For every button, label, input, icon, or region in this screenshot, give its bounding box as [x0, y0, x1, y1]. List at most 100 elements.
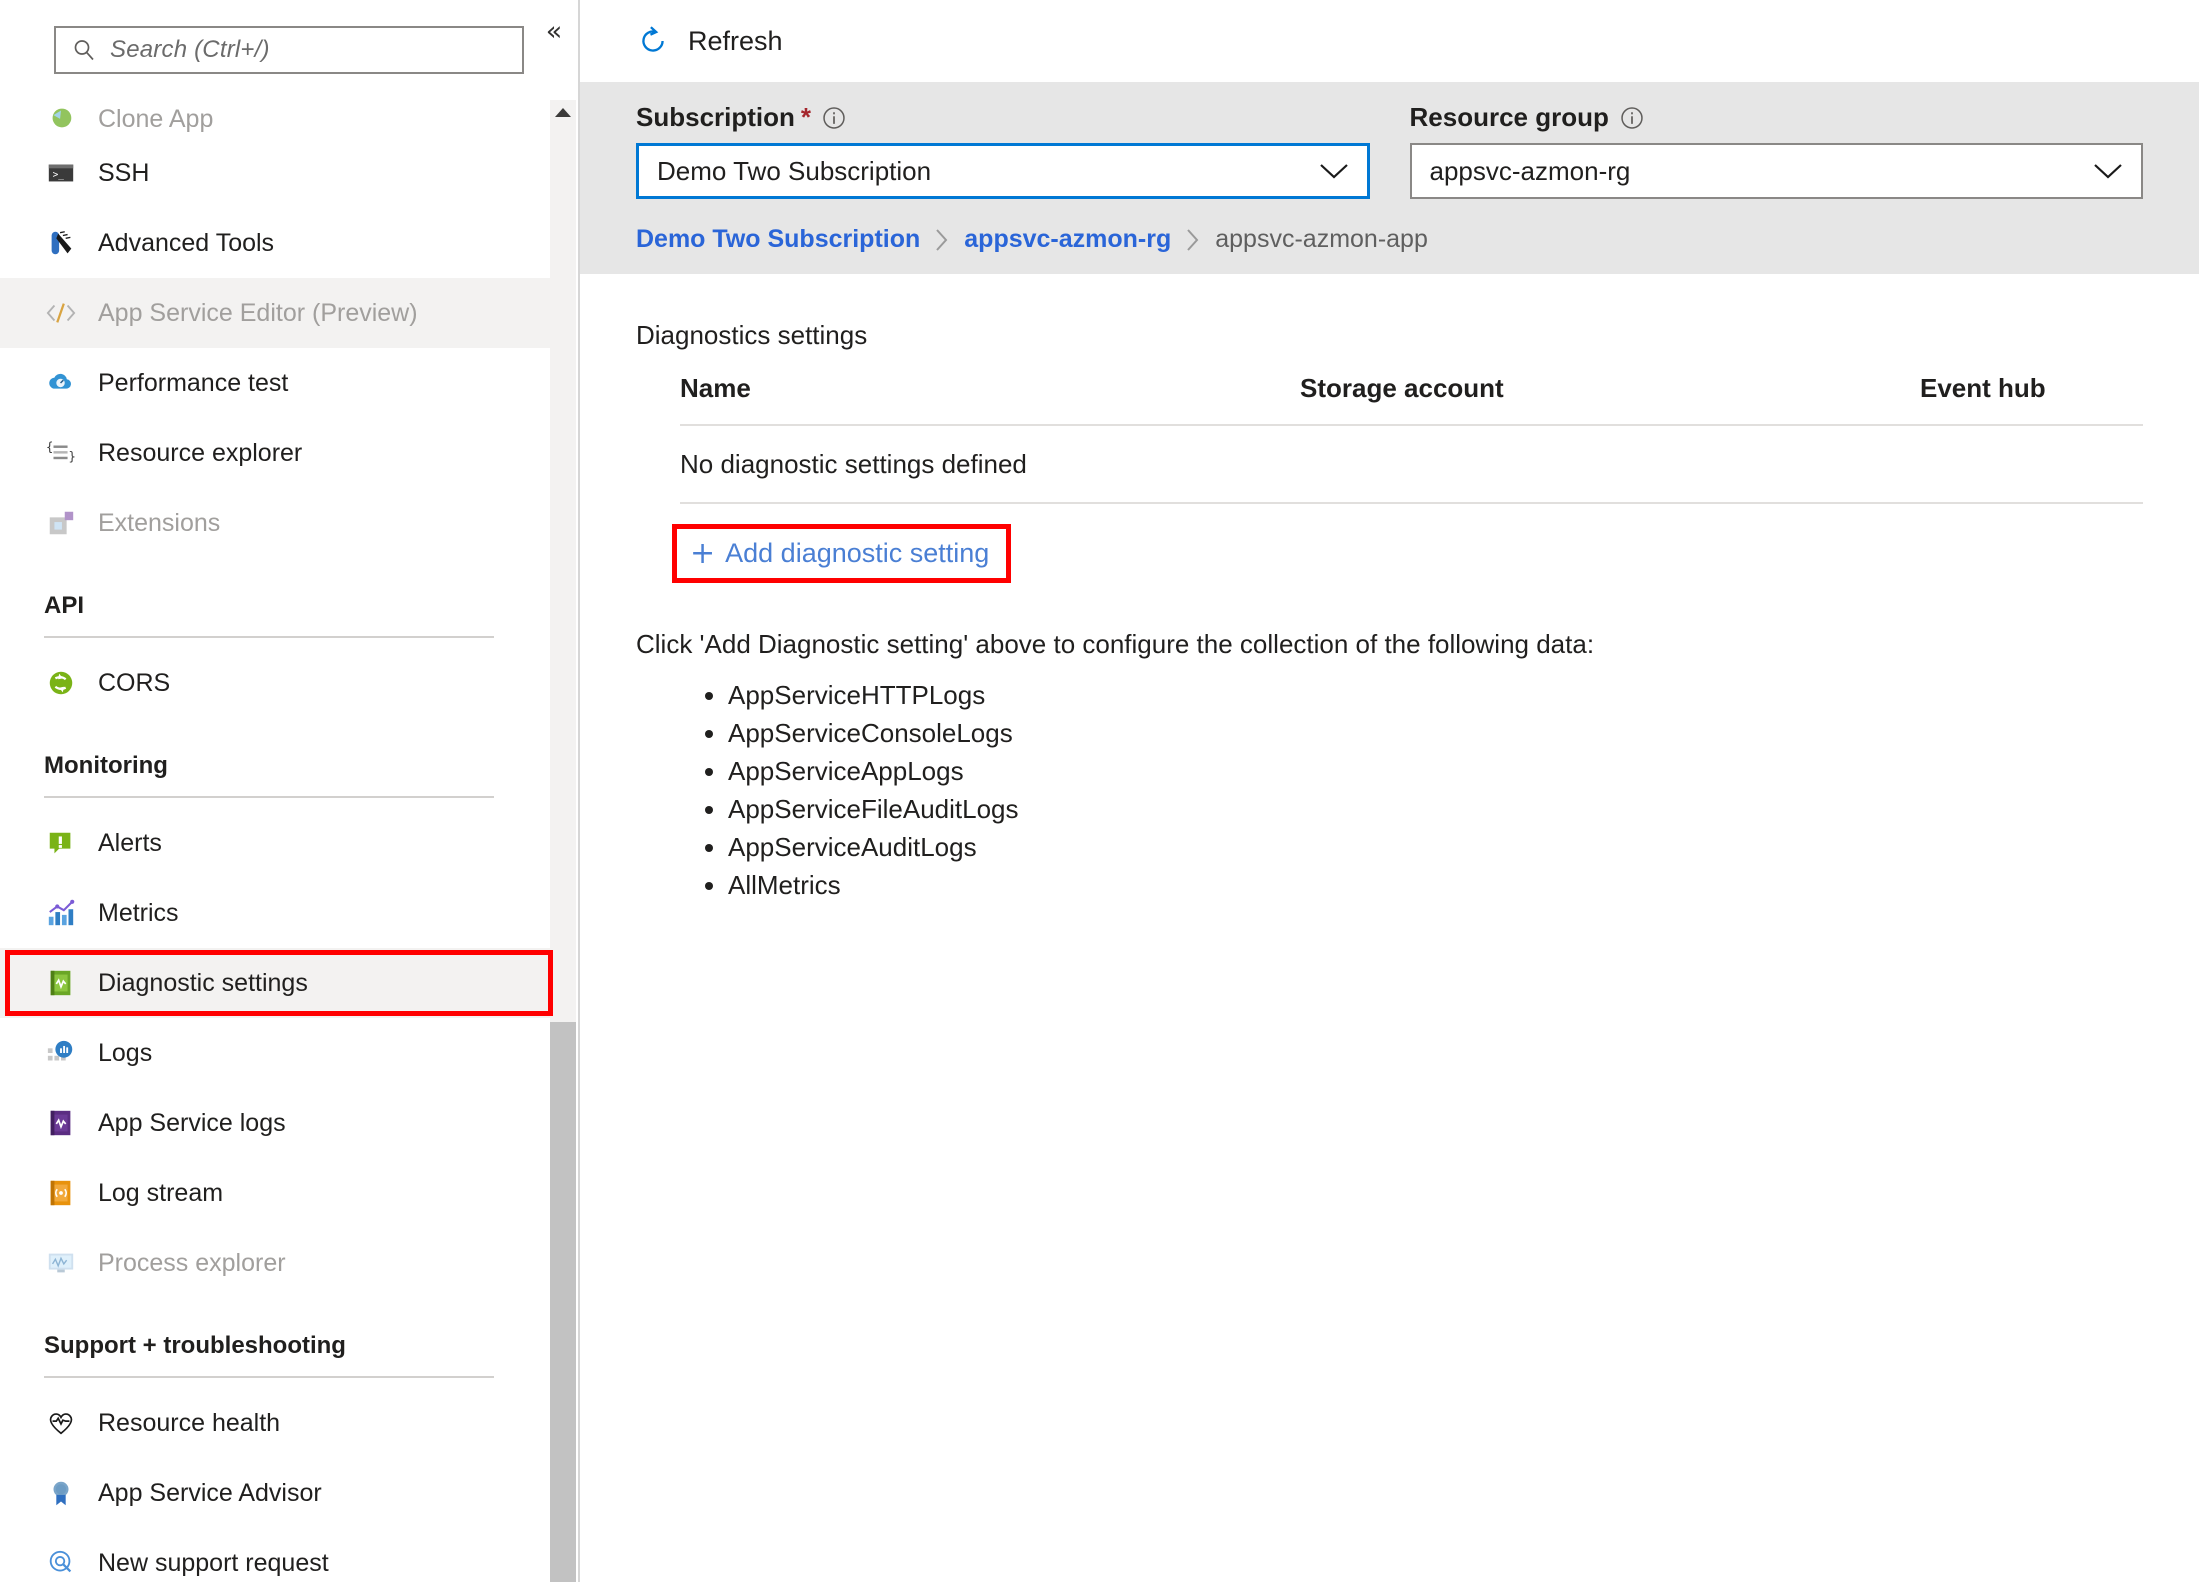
main-content-pane: Refresh Subscription * Demo Two Subscrip… — [580, 0, 2199, 1582]
diagnostic-settings-table: Name Storage account Event hub No diagno… — [636, 373, 2143, 504]
sidebar-item-label: CORS — [98, 668, 171, 697]
filter-band: Subscription * Demo Two Subscription Res… — [580, 82, 2199, 221]
sidebar-item-label: Log stream — [98, 1178, 224, 1207]
chevron-right-icon — [1185, 227, 1201, 253]
sidebar-item-diagnostic-settings[interactable]: Diagnostic settings — [0, 948, 552, 1018]
column-header-event-hub: Event hub — [1920, 373, 2046, 403]
breadcrumb: Demo Two Subscription appsvc-azmon-rg ap… — [580, 221, 2199, 274]
sidebar-item-label: Resource health — [98, 1408, 281, 1437]
resource-group-select[interactable]: appsvc-azmon-rg — [1409, 143, 2143, 199]
app-service-advisor-ribbon-icon — [44, 1476, 78, 1510]
search-input-box[interactable]: Search (Ctrl+/) — [54, 26, 524, 74]
sidebar-item-extensions[interactable]: Extensions — [0, 488, 552, 558]
svg-text:}: } — [69, 450, 76, 464]
instruction-text: Click 'Add Diagnostic setting' above to … — [636, 629, 1595, 659]
sidebar-item-label: Resource explorer — [98, 438, 303, 467]
sidebar-item-label: Logs — [98, 1038, 153, 1067]
sidebar-item-clone-app[interactable]: Clone App — [0, 82, 552, 138]
resource-menu-sidebar: Search (Ctrl+/) « Clone App >_ SSH Advan… — [0, 0, 580, 1582]
breadcrumb-link-resource-group[interactable]: appsvc-azmon-rg — [964, 225, 1171, 254]
scrollbar-thumb[interactable] — [550, 1022, 576, 1582]
sidebar-item-label: Metrics — [98, 898, 179, 927]
subscription-selected-value: Demo Two Subscription — [657, 155, 932, 186]
sidebar-item-label: Advanced Tools — [98, 228, 275, 257]
sidebar-item-label: Diagnostic settings — [98, 968, 308, 997]
performance-test-cloud-icon — [44, 366, 78, 400]
resource-group-filter: Resource group appsvc-azmon-rg — [1409, 102, 2143, 199]
new-support-request-icon — [44, 1546, 78, 1580]
add-diagnostic-setting-button[interactable]: + Add diagnostic setting — [680, 530, 1004, 577]
sidebar-group-api: API — [0, 558, 552, 648]
group-divider — [44, 1376, 494, 1378]
advanced-tools-icon — [44, 226, 78, 260]
sidebar-item-label: New support request — [98, 1548, 329, 1577]
sidebar-item-label: Performance test — [98, 368, 289, 397]
subscription-label: Subscription — [636, 102, 795, 132]
subscription-filter: Subscription * Demo Two Subscription — [636, 102, 1370, 199]
breadcrumb-link-subscription[interactable]: Demo Two Subscription — [636, 225, 920, 254]
log-stream-icon — [44, 1176, 78, 1210]
sidebar-item-performance-test[interactable]: Performance test — [0, 348, 552, 418]
svg-text:>_: >_ — [53, 170, 65, 181]
table-divider — [680, 502, 2143, 504]
chevron-down-icon — [2093, 162, 2123, 180]
sidebar-item-app-service-advisor[interactable]: App Service Advisor — [0, 1458, 552, 1528]
sidebar-item-resource-health[interactable]: Resource health — [0, 1388, 552, 1458]
sidebar-item-label: Clone App — [98, 105, 214, 133]
sidebar-scrollbar[interactable] — [550, 100, 576, 1582]
sidebar-item-metrics[interactable]: Metrics — [0, 878, 552, 948]
column-header-storage-account: Storage account — [1300, 373, 1504, 403]
search-placeholder-text: Search (Ctrl+/) — [110, 36, 270, 63]
resource-health-heart-icon — [44, 1406, 78, 1440]
sidebar-item-new-support-request[interactable]: New support request — [0, 1528, 552, 1582]
sidebar-item-label: App Service Editor (Preview) — [98, 298, 418, 327]
sidebar-item-label: Extensions — [98, 508, 221, 537]
sidebar-item-label: Process explorer — [98, 1248, 286, 1277]
sidebar-item-ssh[interactable]: >_ SSH — [0, 138, 552, 208]
sidebar-group-title: Support + troubleshooting — [44, 1332, 346, 1359]
sidebar-search[interactable]: Search (Ctrl+/) — [54, 26, 524, 74]
sidebar-item-app-service-editor[interactable]: App Service Editor (Preview) — [0, 278, 552, 348]
sidebar-item-label: App Service logs — [98, 1108, 286, 1137]
table-row: No diagnostic settings defined — [680, 426, 2143, 502]
table-header-row: Name Storage account Event hub — [680, 373, 2143, 424]
code-editor-icon — [44, 296, 78, 330]
sidebar-item-process-explorer[interactable]: Process explorer — [0, 1228, 552, 1298]
empty-state-message: No diagnostic settings defined — [680, 448, 1027, 479]
chevron-right-icon — [934, 227, 950, 253]
scroll-up-arrow-icon[interactable] — [555, 108, 571, 117]
group-divider — [44, 796, 494, 798]
extensions-icon — [44, 506, 78, 540]
required-indicator: * — [800, 102, 812, 132]
sidebar-item-alerts[interactable]: Alerts — [0, 808, 552, 878]
subscription-select[interactable]: Demo Two Subscription — [636, 143, 1370, 199]
resource-group-label: Resource group — [1409, 102, 1609, 132]
refresh-button[interactable]: Refresh — [636, 24, 783, 58]
resource-explorer-icon: { } — [44, 436, 78, 470]
collapse-sidebar-button[interactable]: « — [536, 14, 572, 50]
sidebar-item-log-stream[interactable]: Log stream — [0, 1158, 552, 1228]
sidebar-group-title: Monitoring — [44, 752, 168, 779]
sidebar-group-monitoring: Monitoring — [0, 718, 552, 808]
sidebar-item-logs[interactable]: Logs — [0, 1018, 552, 1088]
chevron-down-icon — [1319, 162, 1349, 180]
ssh-terminal-icon: >_ — [44, 156, 78, 190]
sidebar-item-resource-explorer[interactable]: { } Resource explorer — [0, 418, 552, 488]
diagnostics-content: Diagnostics settings Name Storage accoun… — [580, 274, 2199, 904]
breadcrumb-current-resource: appsvc-azmon-app — [1215, 225, 1428, 253]
list-item: AppServiceAuditLogs — [728, 828, 2143, 866]
page-title: Diagnostics settings — [636, 320, 868, 350]
alerts-icon — [44, 826, 78, 860]
diagnostic-settings-icon — [44, 966, 78, 1000]
sidebar-item-app-service-logs[interactable]: App Service logs — [0, 1088, 552, 1158]
sidebar-item-advanced-tools[interactable]: Advanced Tools — [0, 208, 552, 278]
add-diagnostic-setting-wrapper: + Add diagnostic setting — [672, 524, 1012, 583]
sidebar-item-cors[interactable]: CORS — [0, 648, 552, 718]
info-icon[interactable] — [821, 105, 847, 131]
info-icon[interactable] — [1619, 105, 1645, 131]
list-item: AppServiceConsoleLogs — [728, 714, 2143, 752]
sidebar-group-support-troubleshooting: Support + troubleshooting — [0, 1298, 552, 1388]
azure-portal-diagnostic-settings-page: Search (Ctrl+/) « Clone App >_ SSH Advan… — [0, 0, 2199, 1582]
list-item: AllMetrics — [728, 866, 2143, 904]
plus-icon: + — [690, 535, 716, 571]
